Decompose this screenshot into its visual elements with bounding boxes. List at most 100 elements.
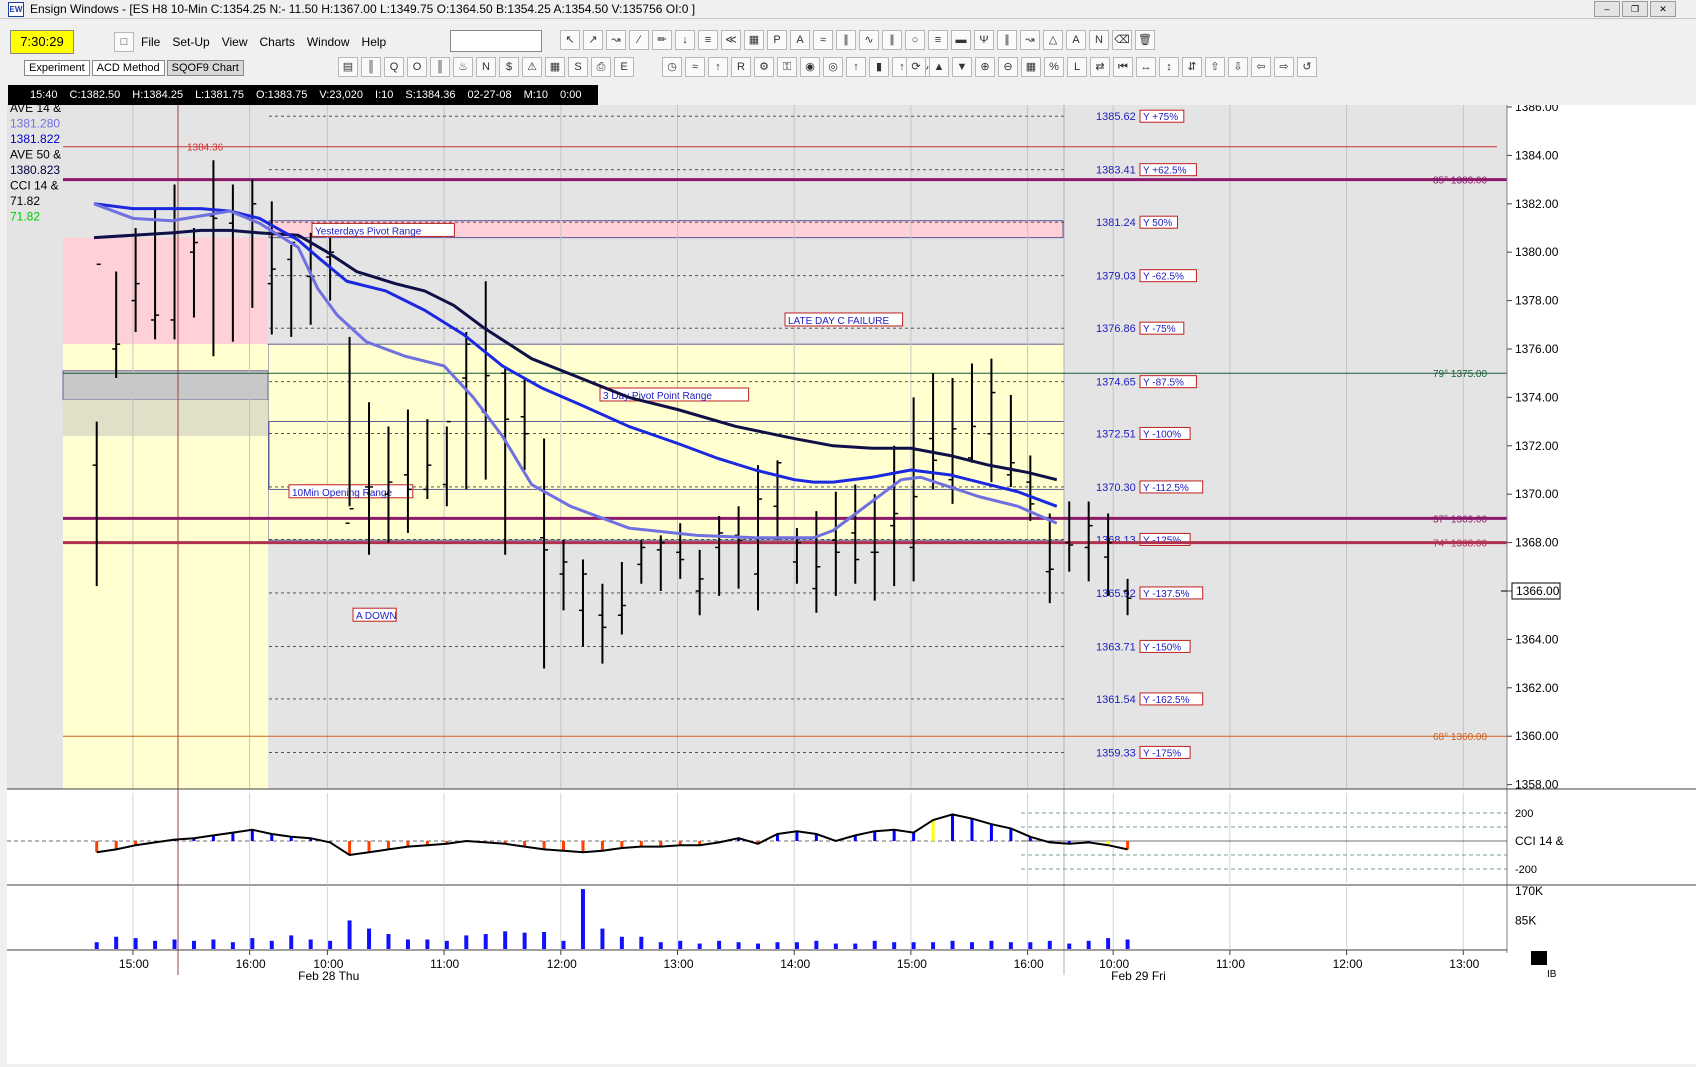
cci-label: CCI 14 & (1515, 834, 1564, 848)
scroll-first-icon[interactable]: ⏮ (1113, 57, 1133, 77)
brush-icon[interactable]: ✏ (652, 30, 672, 50)
wave-icon[interactable]: ∿ (859, 30, 879, 50)
triangle-icon[interactable]: △ (1043, 30, 1063, 50)
pointer-icon[interactable]: ↖ (560, 30, 580, 50)
legend-entry: 1381.822 (10, 132, 60, 146)
zoom-out-icon[interactable]: ⊖ (998, 57, 1018, 77)
scroll-both-icon[interactable]: ↔ (1136, 57, 1156, 77)
document-icon: □ (114, 32, 134, 52)
restore-button[interactable]: ❐ (1622, 1, 1648, 17)
fib-fan-icon[interactable]: ≡ (698, 30, 718, 50)
arrow-up-icon[interactable]: ⇧ (1205, 57, 1225, 77)
price-chart[interactable]: 1385.62 Y +75% 1383.41 Y +62.5% 1381.24 Y 50%… (7, 100, 1696, 1064)
up-triangle-icon[interactable]: ▲ (929, 57, 949, 77)
pin-icon[interactable]: ↑ (846, 57, 866, 77)
fire-icon[interactable]: ♨ (453, 57, 473, 77)
minimize-button[interactable]: – (1594, 1, 1620, 17)
alert-icon[interactable]: ⚠ (522, 57, 542, 77)
gann-fan-icon[interactable]: ≪ (721, 30, 741, 50)
price-tick-label: 1370.00 (1515, 487, 1559, 501)
level-label: 68° 1360.00 (1433, 732, 1487, 743)
grid-icon[interactable]: ▦ (744, 30, 764, 50)
candle-icon[interactable]: ▮ (869, 57, 889, 77)
fib-icon[interactable]: ≈ (813, 30, 833, 50)
zoom-fit-icon[interactable]: ▦ (1021, 57, 1041, 77)
shield-icon[interactable]: ◉ (800, 57, 820, 77)
tab-experiment[interactable]: Experiment (24, 60, 90, 76)
percent-icon[interactable]: % (1044, 57, 1064, 77)
pivot-tag-label: Y -62.5% (1143, 272, 1184, 283)
time-tick-label: 16:00 (236, 957, 266, 971)
marker-icon[interactable]: ↑ (708, 57, 728, 77)
print-icon[interactable]: ⎙ (591, 57, 611, 77)
gears-icon[interactable]: ⚙ (754, 57, 774, 77)
bar-chart-icon[interactable]: ║ (361, 57, 381, 77)
drawing-toolbar: ↖ ↗ ↝ ∕ ✏ ↓ ≡ ≪ ▦ P A ≈ ∥ ∿ ∥ ○ ≡ ▬ Ψ ∥ … (560, 30, 1155, 50)
hline-icon[interactable]: ▬ (951, 30, 971, 50)
arrow-left-icon[interactable]: ⇦ (1251, 57, 1271, 77)
volume-tick-label: 170K (1515, 884, 1543, 898)
text-a-icon[interactable]: A (790, 30, 810, 50)
arrow-down-outline-icon[interactable]: ⇩ (1228, 57, 1248, 77)
chart-window-icon[interactable]: ▤ (338, 57, 358, 77)
text-p-icon[interactable]: P (767, 30, 787, 50)
zoom-in-icon[interactable]: ⊕ (975, 57, 995, 77)
regression-icon[interactable]: ∥ (997, 30, 1017, 50)
trash-icon[interactable]: 🗑 (1135, 30, 1155, 50)
legend-entry: AVE 14 & (10, 105, 61, 115)
chart-tabs: Experiment ACD Method SQOF9 Chart (24, 60, 244, 76)
cycle-icon[interactable]: ∥ (882, 30, 902, 50)
text-icon[interactable]: A (1066, 30, 1086, 50)
menu-view[interactable]: View (217, 34, 253, 50)
run-icon[interactable]: R (731, 57, 751, 77)
lock-icon[interactable]: ⚿ (777, 57, 797, 77)
compress-icon[interactable]: ⇄ (1090, 57, 1110, 77)
speed-icon[interactable]: ↝ (1020, 30, 1040, 50)
arrow-down-icon[interactable]: ↓ (675, 30, 695, 50)
spl-icon[interactable]: S (568, 57, 588, 77)
reset-icon[interactable]: ↺ (1297, 57, 1317, 77)
menu-setup[interactable]: Set-Up (167, 34, 214, 50)
price-tick-label: 1380.00 (1515, 245, 1559, 259)
dollar-icon[interactable]: $ (499, 57, 519, 77)
ticks-icon[interactable]: ║ (430, 57, 450, 77)
close-button[interactable]: ✕ (1650, 1, 1676, 17)
arrow-right-icon[interactable]: ⇨ (1274, 57, 1294, 77)
menu-file[interactable]: File (136, 34, 165, 50)
time-tick-label: 16:00 (1014, 957, 1044, 971)
chart-area[interactable]: 1385.62 Y +75% 1383.41 Y +62.5% 1381.24 Y 50%… (7, 100, 1696, 1064)
quote-icon[interactable]: Q (384, 57, 404, 77)
exit-icon[interactable]: E (614, 57, 634, 77)
pitchfork-icon[interactable]: Ψ (974, 30, 994, 50)
refresh-icon[interactable]: ⟳ (906, 57, 926, 77)
tab-sqof9-chart[interactable]: SQOF9 Chart (166, 60, 244, 76)
layout-icon[interactable]: ▦ (545, 57, 565, 77)
tab-acd-method[interactable]: ACD Method (91, 60, 165, 76)
ray-icon[interactable]: ↝ (606, 30, 626, 50)
eraser-icon[interactable]: ⌫ (1112, 30, 1132, 50)
down-triangle-icon[interactable]: ▼ (952, 57, 972, 77)
menu-help[interactable]: Help (357, 34, 392, 50)
menu-window[interactable]: Window (302, 34, 355, 50)
log-scale-icon[interactable]: L (1067, 57, 1087, 77)
channel-icon[interactable]: ∥ (836, 30, 856, 50)
pivot-price-label: 1374.65 (1096, 377, 1136, 389)
trendline-icon[interactable]: ↗ (583, 30, 603, 50)
line-icon[interactable]: ∕ (629, 30, 649, 50)
clock-icon[interactable]: ◷ (662, 57, 682, 77)
waves-icon[interactable]: ≈ (685, 57, 705, 77)
news-icon[interactable]: N (476, 57, 496, 77)
symbol-combo[interactable] (450, 30, 542, 52)
info-open: O:1383.75 (256, 89, 308, 101)
pivot-tag-label: Y -175% (1143, 748, 1181, 759)
expand-vertical-icon[interactable]: ↕ (1159, 57, 1179, 77)
menu-charts[interactable]: Charts (255, 34, 300, 50)
target-icon[interactable]: ◎ (823, 57, 843, 77)
circle-icon[interactable]: ○ (905, 30, 925, 50)
annotation-label: 10Min Opening Range (292, 488, 393, 499)
note-icon[interactable]: N (1089, 30, 1109, 50)
compress-vertical-icon[interactable]: ⇵ (1182, 57, 1202, 77)
levels-icon[interactable]: ≡ (928, 30, 948, 50)
price-tick-label: 1376.00 (1515, 342, 1559, 356)
options-icon[interactable]: O (407, 57, 427, 77)
